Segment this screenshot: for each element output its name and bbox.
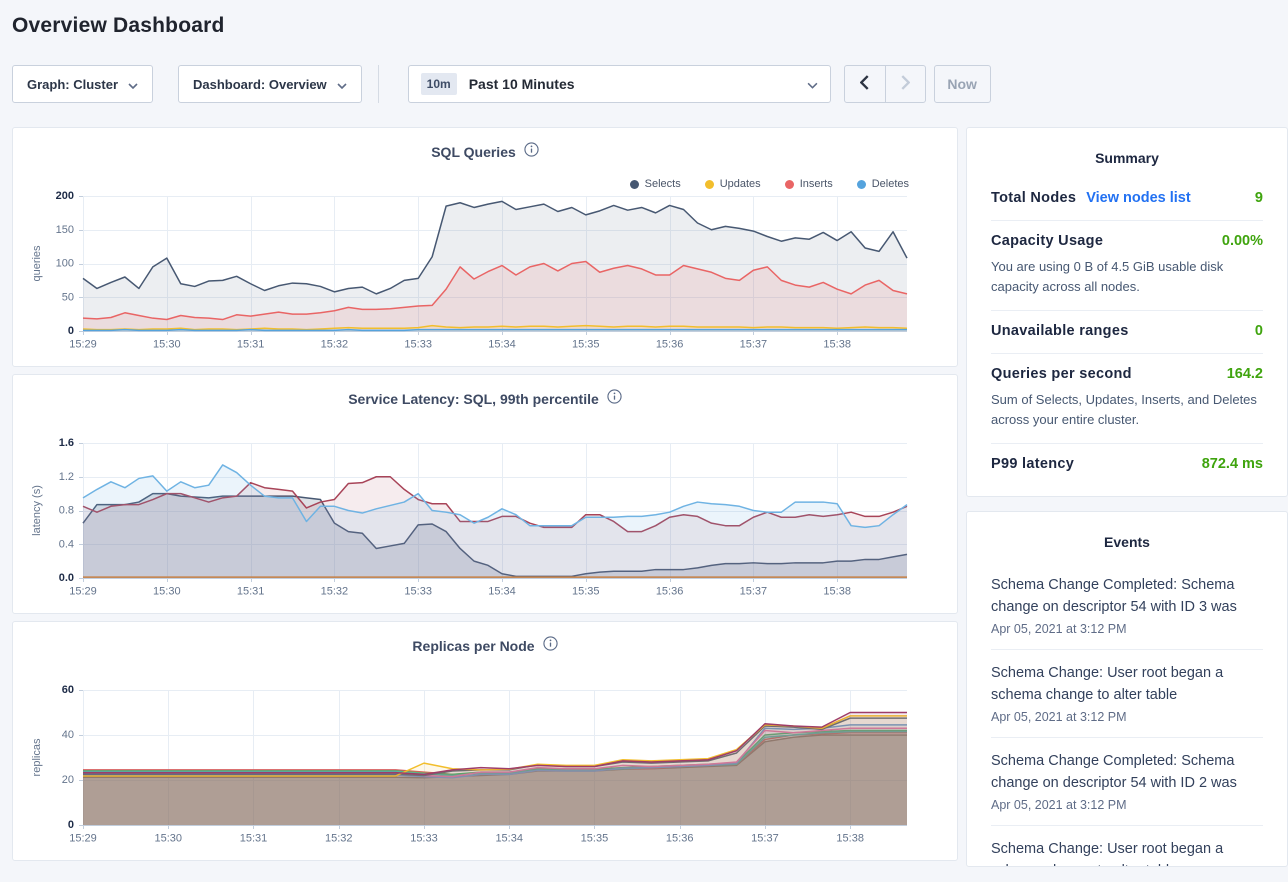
summary-row-label: Capacity Usage <box>991 233 1103 249</box>
info-icon[interactable] <box>524 142 539 162</box>
summary-row-capacity-usage: Capacity Usage 0.00% You are using 0 B o… <box>991 220 1263 310</box>
event-text: Schema Change Completed: Schema change o… <box>991 750 1263 795</box>
summary-row-p99-latency: P99 latency 872.4 ms <box>991 443 1263 486</box>
sql-queries-chart[interactable] <box>13 128 957 366</box>
event-timestamp: Apr 05, 2021 at 3:12 PM <box>991 710 1263 724</box>
legend-item-inserts[interactable]: Inserts <box>785 178 833 190</box>
time-step-buttons <box>844 65 926 103</box>
chart-legend: Selects Updates Inserts Deletes <box>630 178 909 190</box>
event-item: Schema Change Completed: Schema change o… <box>991 737 1263 825</box>
event-item: Schema Change: User root began a schema … <box>991 825 1263 867</box>
chart-header: Service Latency: SQL, 99th percentile <box>13 389 957 409</box>
summary-row-label: P99 latency <box>991 456 1074 472</box>
service-latency-chart[interactable] <box>13 375 957 613</box>
event-timestamp: Apr 05, 2021 at 3:12 PM <box>991 798 1263 812</box>
event-text: Schema Change: User root began a schema … <box>991 838 1263 867</box>
legend-label: Inserts <box>800 178 833 190</box>
prev-time-button[interactable] <box>845 66 885 102</box>
chart-title: Replicas per Node <box>412 638 534 654</box>
chart-title: SQL Queries <box>431 144 516 160</box>
dashboard-dropdown[interactable]: Dashboard: Overview <box>178 65 362 103</box>
graph-dropdown-label: Graph: Cluster <box>27 77 118 92</box>
event-timestamp: Apr 05, 2021 at 3:12 PM <box>991 622 1263 636</box>
legend-dot <box>857 180 866 189</box>
chart-card-sql-queries: SQL Queries Selects Updates Inserts Deletes <box>12 127 958 367</box>
summary-row-label: Total Nodes <box>991 190 1076 206</box>
chart-header: Replicas per Node <box>13 636 957 656</box>
legend-label: Deletes <box>872 178 909 190</box>
chevron-left-icon <box>860 75 869 93</box>
summary-row-queries-per-second: Queries per second 164.2 Sum of Selects,… <box>991 353 1263 443</box>
page-title: Overview Dashboard <box>12 14 1288 38</box>
legend-label: Selects <box>645 178 681 190</box>
next-time-button[interactable] <box>885 66 925 102</box>
summary-row-value: 872.4 ms <box>1202 456 1263 472</box>
summary-panel-title: Summary <box>991 142 1263 178</box>
legend-dot <box>630 180 639 189</box>
view-nodes-list-link[interactable]: View nodes list <box>1086 190 1191 206</box>
charts-column: SQL Queries Selects Updates Inserts Deletes… <box>12 127 958 868</box>
overview-dashboard-page: Overview Dashboard Graph: Cluster Dashbo… <box>0 14 1288 868</box>
toolbar-divider <box>378 65 379 103</box>
time-range-badge: 10m <box>421 73 457 95</box>
graph-dropdown[interactable]: Graph: Cluster <box>12 65 153 103</box>
time-range-label: Past 10 Minutes <box>469 76 575 92</box>
legend-item-selects[interactable]: Selects <box>630 178 681 190</box>
summary-row-unavailable-ranges: Unavailable ranges 0 <box>991 310 1263 353</box>
now-button[interactable]: Now <box>934 65 991 103</box>
events-panel-title: Events <box>991 526 1263 562</box>
toolbar: Graph: Cluster Dashboard: Overview 10m P… <box>12 65 1288 103</box>
summary-row-value: 9 <box>1255 190 1263 206</box>
summary-row-label: Queries per second <box>991 366 1132 382</box>
event-item: Schema Change: User root began a schema … <box>991 649 1263 737</box>
summary-row-description: You are using 0 B of 4.5 GiB usable disk… <box>991 257 1263 296</box>
events-panel: Events Schema Change Completed: Schema c… <box>966 511 1288 867</box>
event-text: Schema Change: User root began a schema … <box>991 662 1263 707</box>
chart-card-service-latency: Service Latency: SQL, 99th percentile <box>12 374 958 614</box>
summary-row-description: Sum of Selects, Updates, Inserts, and De… <box>991 390 1263 429</box>
dashboard-dropdown-label: Dashboard: Overview <box>193 77 327 92</box>
summary-row-total-nodes: Total Nodes View nodes list 9 <box>991 178 1263 220</box>
replicas-per-node-chart[interactable] <box>13 622 957 860</box>
legend-item-updates[interactable]: Updates <box>705 178 761 190</box>
summary-row-value: 0.00% <box>1222 233 1263 249</box>
sidebar: Summary Total Nodes View nodes list 9 Ca… <box>966 127 1288 867</box>
summary-row-label: Unavailable ranges <box>991 323 1129 339</box>
summary-panel: Summary Total Nodes View nodes list 9 Ca… <box>966 127 1288 497</box>
chart-header: SQL Queries <box>13 142 957 162</box>
legend-dot <box>705 180 714 189</box>
legend-dot <box>785 180 794 189</box>
time-range-picker[interactable]: 10m Past 10 Minutes <box>408 65 831 103</box>
legend-label: Updates <box>720 178 761 190</box>
summary-row-value: 0 <box>1255 323 1263 339</box>
chart-card-replicas-per-node: Replicas per Node <box>12 621 958 861</box>
chevron-down-icon <box>337 77 347 92</box>
summary-row-value: 164.2 <box>1227 366 1263 382</box>
chart-title: Service Latency: SQL, 99th percentile <box>348 391 599 407</box>
event-item: Schema Change Completed: Schema change o… <box>991 562 1263 649</box>
chevron-down-icon <box>807 77 818 92</box>
chevron-down-icon <box>128 77 138 92</box>
chevron-right-icon <box>901 75 910 93</box>
info-icon[interactable] <box>543 636 558 656</box>
info-icon[interactable] <box>607 389 622 409</box>
legend-item-deletes[interactable]: Deletes <box>857 178 909 190</box>
event-text: Schema Change Completed: Schema change o… <box>991 574 1263 619</box>
